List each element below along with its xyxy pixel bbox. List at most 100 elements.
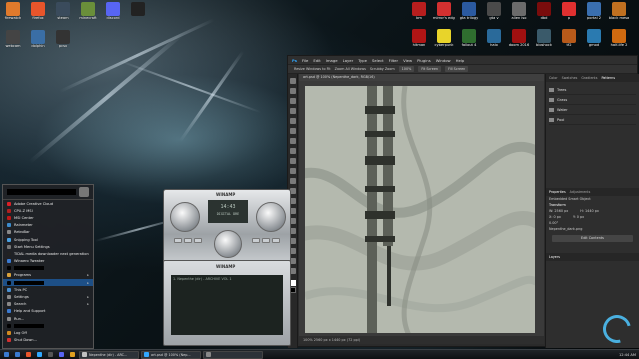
quick-launch-icon[interactable] bbox=[35, 351, 44, 359]
user-avatar[interactable] bbox=[79, 187, 89, 197]
desktop-icon[interactable]: halo bbox=[483, 29, 505, 47]
start-menu-item[interactable]: Adobe Creative Cloud bbox=[3, 200, 93, 207]
taskbar-window-button[interactable]: Nepenthe (dir) - ARC... bbox=[79, 350, 139, 359]
desktop-icon[interactable]: doom 2016 bbox=[508, 29, 530, 47]
stamp-tool-icon[interactable] bbox=[290, 158, 296, 164]
desktop-icon[interactable]: gmod bbox=[583, 29, 605, 47]
eyedropper-tool-icon[interactable] bbox=[290, 128, 296, 134]
desktop-icon[interactable]: hitman bbox=[408, 29, 430, 47]
menu-item[interactable]: Filter bbox=[389, 58, 398, 63]
history-brush-icon[interactable] bbox=[290, 168, 296, 174]
desktop-icon[interactable]: bm bbox=[408, 2, 430, 20]
desktop-icon[interactable]: bioshock bbox=[533, 29, 555, 47]
menu-item[interactable]: Select bbox=[372, 58, 384, 63]
document-tab[interactable]: art.psd @ 100% (Nepenthe_dark, RGB/16) bbox=[299, 74, 544, 81]
start-menu-item-redacted[interactable]: ▸ bbox=[3, 279, 93, 287]
desktop-icon[interactable]: webcam bbox=[2, 30, 24, 48]
start-menu-item[interactable]: MSI Center bbox=[3, 214, 93, 221]
pattern-group[interactable]: Water bbox=[549, 105, 636, 115]
start-menu-item[interactable]: Search ▸ bbox=[3, 301, 93, 308]
properties-tab[interactable]: Adjustments bbox=[570, 190, 591, 194]
start-button[interactable] bbox=[2, 351, 11, 359]
canvas[interactable] bbox=[305, 86, 535, 333]
menu-item[interactable]: Layer bbox=[343, 58, 354, 63]
start-menu-item[interactable]: Winaero Tweaker bbox=[3, 258, 93, 265]
desktop-icon[interactable]: firewatch bbox=[2, 2, 24, 20]
option-button[interactable]: Scrubby Zoom bbox=[370, 67, 395, 71]
menu-item[interactable]: Window bbox=[436, 58, 451, 63]
panel-tab[interactable]: Color bbox=[549, 76, 558, 80]
start-menu-item[interactable]: Programs ▸ bbox=[3, 272, 93, 279]
start-menu-item[interactable]: Shut Down... bbox=[3, 337, 93, 344]
desktop-icon[interactable]: black mesa bbox=[608, 2, 630, 20]
desktop-icon[interactable]: cyberpunk bbox=[433, 29, 455, 47]
desktop-icon[interactable]: tf2 bbox=[558, 29, 580, 47]
x-field[interactable]: X: 0 px bbox=[546, 214, 564, 220]
desktop-icon[interactable]: mirror's edge bbox=[433, 2, 455, 20]
marquee-tool-icon[interactable] bbox=[290, 88, 296, 94]
desktop-icon[interactable]: dolphin bbox=[27, 30, 49, 48]
option-button[interactable]: Zoom All Windows bbox=[335, 67, 366, 71]
desktop-icon[interactable]: alien iso bbox=[508, 2, 530, 20]
desktop-icon[interactable]: discord bbox=[102, 2, 124, 20]
start-menu-item[interactable]: Start Menu Settings bbox=[3, 243, 93, 250]
eject-button[interactable] bbox=[272, 238, 280, 243]
start-menu-item[interactable]: Help and Support bbox=[3, 308, 93, 315]
start-menu-item[interactable]: This PC bbox=[3, 286, 93, 293]
y-field[interactable]: Y: 0 px bbox=[570, 214, 587, 220]
option-button[interactable]: Fit Screen bbox=[418, 66, 442, 72]
winamp-window[interactable]: WINAMP 14:43 DIGITAL DRE bbox=[163, 189, 291, 265]
photoshop-logo[interactable]: Ps bbox=[292, 58, 297, 63]
option-button[interactable]: Resize Windows to Fit bbox=[294, 67, 331, 71]
previous-button[interactable] bbox=[174, 238, 182, 243]
quick-launch-icon[interactable] bbox=[68, 351, 77, 359]
play-button[interactable] bbox=[184, 238, 192, 243]
start-menu-item[interactable]: Snipping Tool bbox=[3, 236, 93, 243]
playlist-item[interactable]: 1. Nepenthe (dir) - ARCHIVE VOL 1 bbox=[173, 277, 281, 281]
pause-button[interactable] bbox=[194, 238, 202, 243]
select-tool-icon[interactable] bbox=[290, 108, 296, 114]
desktop-icon[interactable]: portal 2 bbox=[583, 2, 605, 20]
pattern-group[interactable]: Trees bbox=[549, 85, 636, 95]
start-menu-item-redacted[interactable] bbox=[3, 322, 93, 329]
start-menu-item[interactable]: CPU-Z MSI bbox=[3, 207, 93, 214]
quick-launch-icon[interactable] bbox=[13, 351, 22, 359]
panel-tab[interactable]: Swatches bbox=[562, 76, 578, 80]
panel-tab[interactable]: Patterns bbox=[601, 76, 615, 80]
desktop-icon[interactable]: fallout 4 bbox=[458, 29, 480, 47]
taskbar-window-button[interactable] bbox=[203, 350, 263, 359]
desktop-icon[interactable]: gta v bbox=[483, 2, 505, 20]
move-tool-icon[interactable] bbox=[290, 78, 296, 84]
desktop-icon[interactable]: half-life 2 bbox=[608, 29, 630, 47]
properties-tab[interactable]: Properties bbox=[549, 190, 566, 194]
menu-item[interactable]: Image bbox=[326, 58, 338, 63]
start-menu-item[interactable]: Run... bbox=[3, 315, 93, 322]
desktop-icon[interactable]: firefox bbox=[27, 2, 49, 20]
start-menu-item[interactable]: RetroBar bbox=[3, 229, 93, 236]
pattern-group[interactable]: Grass bbox=[549, 95, 636, 105]
next-button[interactable] bbox=[262, 238, 270, 243]
desktop-icon[interactable]: p bbox=[558, 2, 580, 20]
menu-item[interactable]: Help bbox=[456, 58, 465, 63]
start-menu-item[interactable]: Log Off bbox=[3, 329, 93, 336]
option-button[interactable]: Fill Screen bbox=[445, 66, 469, 72]
menu-item[interactable]: Type bbox=[358, 58, 367, 63]
balance-knob[interactable] bbox=[256, 202, 286, 232]
winamp-playlist-window[interactable]: WINAMP 1. Nepenthe (dir) - ARCHIVE VOL 1 bbox=[163, 260, 291, 346]
desktop-icon[interactable] bbox=[127, 2, 149, 16]
pattern-group[interactable]: Pool bbox=[549, 115, 636, 125]
menu-item[interactable]: File bbox=[302, 58, 308, 63]
edit-contents-button[interactable]: Edit Contents bbox=[552, 235, 633, 242]
crop-tool-icon[interactable] bbox=[290, 118, 296, 124]
option-button[interactable]: 100% bbox=[398, 66, 415, 72]
brush-tool-icon[interactable] bbox=[290, 148, 296, 154]
quick-launch-icon[interactable] bbox=[46, 351, 55, 359]
stop-button[interactable] bbox=[252, 238, 260, 243]
panel-tab[interactable]: Gradients bbox=[581, 76, 597, 80]
quick-launch-icon[interactable] bbox=[24, 351, 33, 359]
eraser-tool-icon[interactable] bbox=[290, 178, 296, 184]
photoshop-window[interactable]: Ps File Edit Image Layer Type Select Filter View… bbox=[287, 55, 639, 348]
menu-item[interactable]: Edit bbox=[313, 58, 320, 63]
desktop-icon[interactable]: minecraft bbox=[77, 2, 99, 20]
desktop-icon[interactable]: steam bbox=[52, 2, 74, 20]
